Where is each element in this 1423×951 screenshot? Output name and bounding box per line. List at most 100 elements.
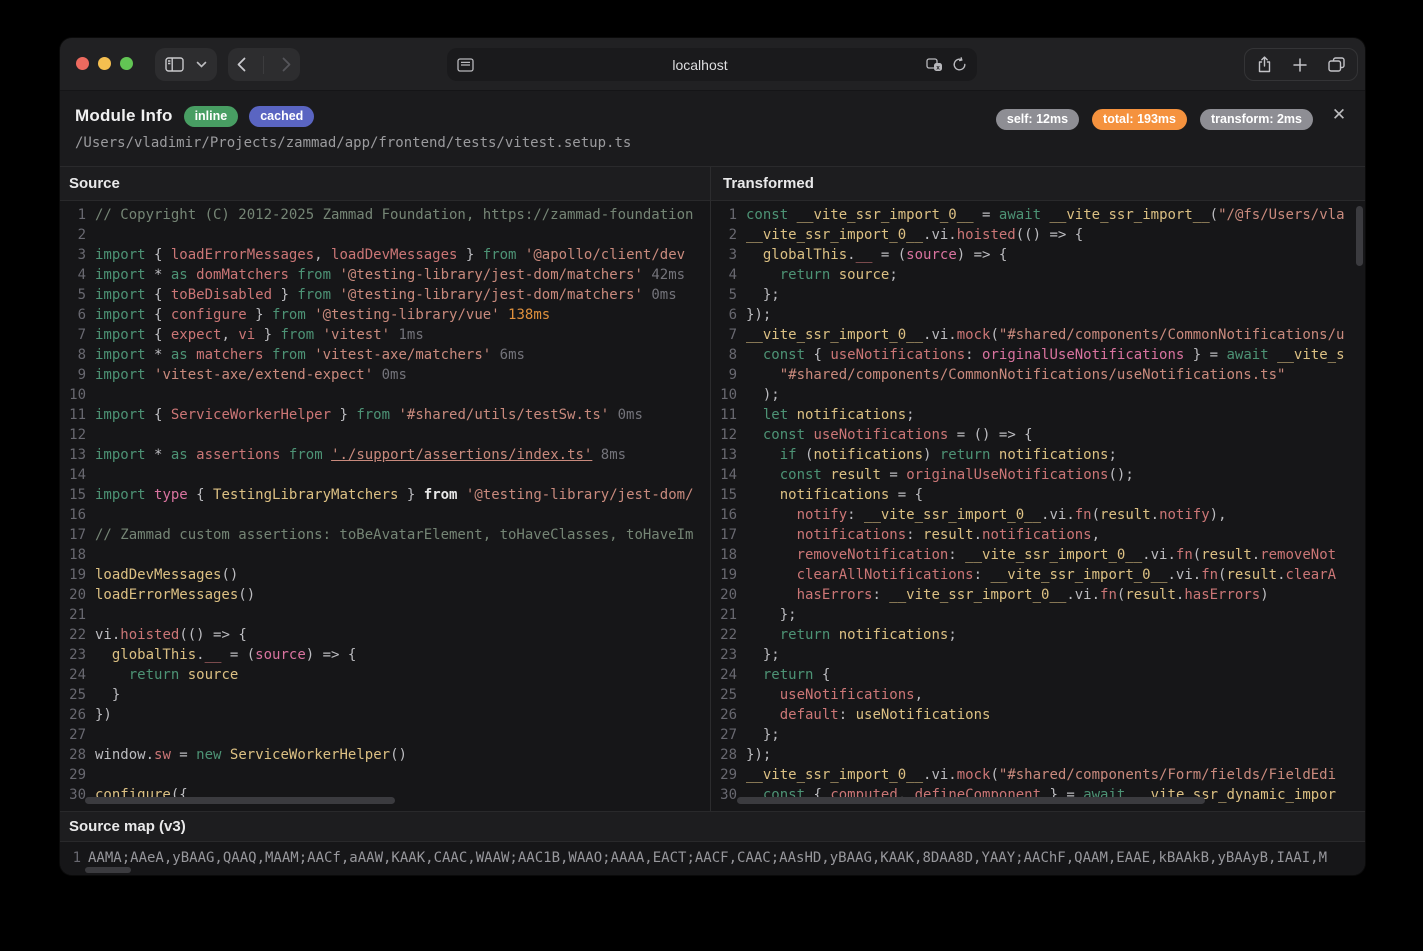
code-line: 2 [60,225,710,245]
code-line: 20 hasErrors: __vite_ssr_import_0__.vi.f… [711,585,1365,605]
code-line: 10 ); [711,385,1365,405]
line-number: 28 [60,745,86,765]
line-number: 19 [60,565,86,585]
source-panel: Source 1// Copyright (C) 2012-2025 Zamma… [60,167,710,811]
sourcemap-horizontal-scrollbar[interactable] [85,867,131,873]
line-number: 12 [60,425,86,445]
code-line: 5 }; [711,285,1365,305]
module-info-header: Module Info inline cached self: 12ms tot… [60,91,1365,167]
code-line: 20loadErrorMessages() [60,585,710,605]
line-number: 17 [60,525,86,545]
forward-button[interactable] [282,57,291,72]
navigation-group [228,48,300,81]
source-panel-title: Source [60,167,710,201]
line-number: 2 [711,225,737,245]
line-number: 3 [60,245,86,265]
line-number: 27 [711,725,737,745]
translate-icon[interactable]: x [926,58,943,72]
traffic-light-minimize-button[interactable] [98,57,111,70]
reader-icon[interactable] [457,58,474,72]
code-line: 28}); [711,745,1365,765]
browser-toolbar: localhost x [60,38,1365,91]
code-line: 11 let notifications; [711,405,1365,425]
chevron-down-icon[interactable] [196,61,207,68]
code-line: 23 }; [711,645,1365,665]
line-number: 17 [711,525,737,545]
timing-metrics: self: 12ms total: 193ms transform: 2ms [996,109,1313,130]
line-number: 19 [711,565,737,585]
traffic-light-zoom-button[interactable] [120,57,133,70]
sidebar-toggle-group [155,48,217,81]
sidebar-icon[interactable] [165,57,184,72]
code-line: 18 [60,545,710,565]
code-line: 12 const useNotifications = () => { [711,425,1365,445]
transformed-vertical-scrollbar[interactable] [1356,206,1363,266]
transform-time-badge: transform: 2ms [1200,109,1313,130]
browser-window: localhost x [60,38,1365,875]
tab-overview-icon[interactable] [1328,57,1345,72]
code-line: 29 [60,765,710,785]
line-number: 5 [60,285,86,305]
new-tab-icon[interactable] [1293,58,1307,72]
line-number: 29 [60,765,86,785]
line-number: 5 [711,285,737,305]
code-line: 22vi.hoisted(() => { [60,625,710,645]
line-number: 14 [711,465,737,485]
line-number: 16 [711,505,737,525]
line-number: 13 [60,445,86,465]
module-link[interactable]: './support/assertions/index.ts' [331,447,592,463]
reload-icon[interactable] [952,57,967,72]
code-line: 11import { ServiceWorkerHelper } from '#… [60,405,710,425]
line-number: 10 [60,385,86,405]
line-number: 26 [60,705,86,725]
line-number: 4 [60,265,86,285]
code-line: 4 return source; [711,265,1365,285]
page-title: Module Info [75,106,173,126]
line-number: 30 [60,785,86,805]
self-time-badge: self: 12ms [996,109,1079,130]
code-line: 21 }; [711,605,1365,625]
sourcemap-section: Source map (v3) 1AAMA;AAeA,yBAAG,QAAQ,MA… [60,811,1365,875]
traffic-light-close-button[interactable] [76,57,89,70]
address-bar[interactable]: localhost x [447,48,977,81]
line-number: 21 [711,605,737,625]
share-icon[interactable] [1257,56,1272,73]
line-number: 14 [60,465,86,485]
code-line: 9import 'vitest-axe/extend-expect' 0ms [60,365,710,385]
code-line: 8 const { useNotifications: originalUseN… [711,345,1365,365]
cached-badge: cached [249,106,314,127]
url-text[interactable]: localhost [474,57,926,73]
line-number: 30 [711,785,737,805]
code-line: 27 [60,725,710,745]
line-number: 16 [60,505,86,525]
source-horizontal-scrollbar[interactable] [85,797,395,804]
transformed-horizontal-scrollbar[interactable] [737,797,1205,804]
line-number: 26 [711,705,737,725]
code-line: 6}); [711,305,1365,325]
back-button[interactable] [237,57,246,72]
line-number: 20 [60,585,86,605]
line-number: 24 [711,665,737,685]
line-number: 23 [711,645,737,665]
source-code[interactable]: 1// Copyright (C) 2012-2025 Zammad Found… [60,201,710,805]
transformed-code[interactable]: 1const __vite_ssr_import_0__ = await __v… [711,201,1365,805]
line-number: 4 [711,265,737,285]
code-line: 23 globalThis.__ = (source) => { [60,645,710,665]
module-file-path: /Users/vladimir/Projects/zammad/app/fron… [75,135,631,151]
sourcemap-code[interactable]: 1AAMA;AAeA,yBAAG,QAAQ,MAAM;AACf,aAAW,KAA… [60,842,1365,875]
line-number: 3 [711,245,737,265]
sourcemap-title: Source map (v3) [60,811,1365,842]
line-number: 22 [711,625,737,645]
line-number: 13 [711,445,737,465]
code-line: 19 clearAllNotifications: __vite_ssr_imp… [711,565,1365,585]
code-line: 14 const result = originalUseNotificatio… [711,465,1365,485]
code-line: 22 return notifications; [711,625,1365,645]
line-number: 28 [711,745,737,765]
inline-badge: inline [184,106,239,127]
close-icon[interactable]: ✕ [1327,103,1351,127]
code-line: 2__vite_ssr_import_0__.vi.hoisted(() => … [711,225,1365,245]
line-number: 25 [60,685,86,705]
code-line: 3 globalThis.__ = (source) => { [711,245,1365,265]
code-line: 1const __vite_ssr_import_0__ = await __v… [711,205,1365,225]
line-number: 29 [711,765,737,785]
